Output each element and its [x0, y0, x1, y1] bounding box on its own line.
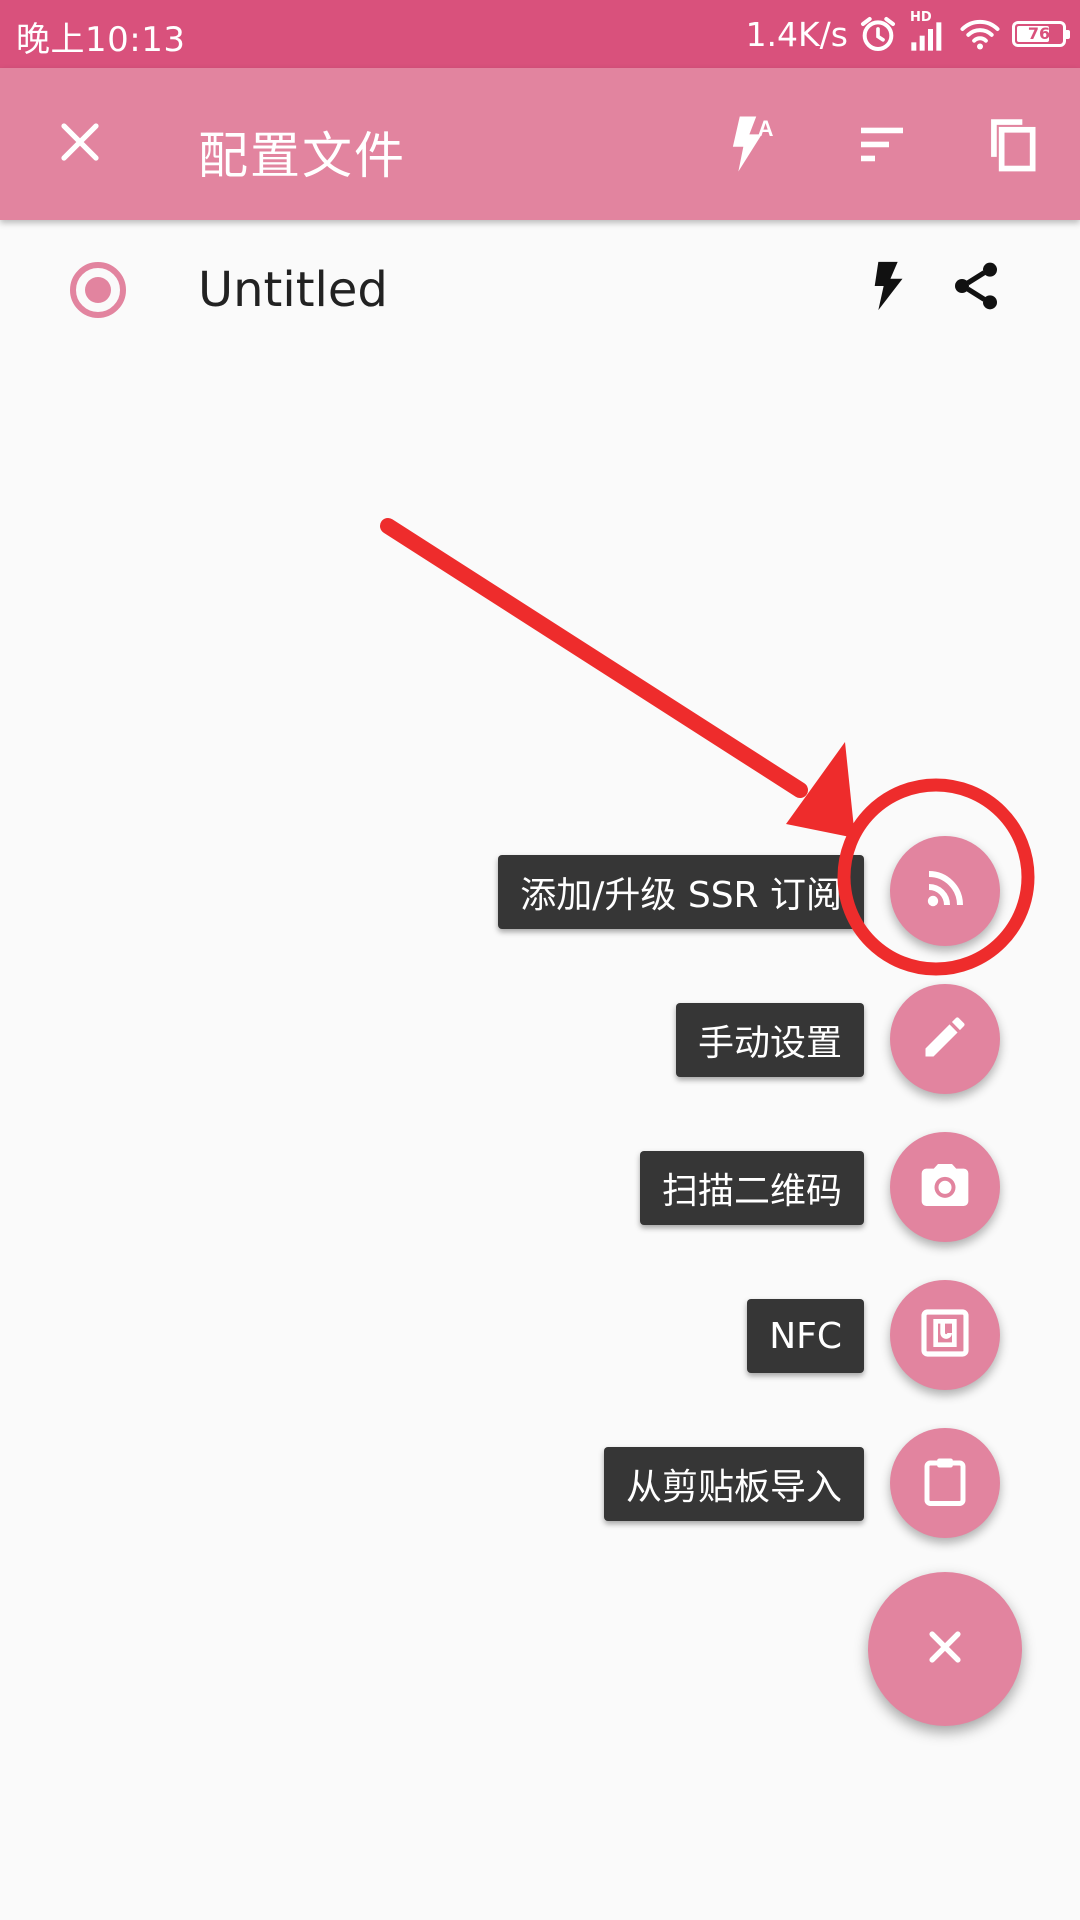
- fab-item-manual[interactable]: 手动设置: [100, 976, 1000, 1094]
- nfc-button[interactable]: [890, 1280, 1000, 1390]
- scan-qr-button[interactable]: [890, 1132, 1000, 1242]
- test-latency-button[interactable]: [852, 252, 924, 324]
- signal-icon: HD: [908, 10, 948, 54]
- battery-level: 76: [1027, 24, 1051, 43]
- manual-settings-button[interactable]: [890, 984, 1000, 1094]
- app-bar: 配置文件 A: [0, 68, 1080, 220]
- network-badge: HD: [910, 10, 932, 25]
- fab-item-nfc[interactable]: NFC: [100, 1272, 1000, 1390]
- close-button[interactable]: [40, 104, 120, 184]
- close-icon: [923, 1625, 967, 1673]
- fab-label-manual[interactable]: 手动设置: [675, 1003, 864, 1077]
- flash-auto-button[interactable]: A: [710, 108, 786, 184]
- wifi-icon: [958, 14, 1002, 54]
- annotation-arrow-head: [786, 742, 855, 838]
- clipboard-icon: [918, 1454, 972, 1512]
- annotation-arrow-shaft: [380, 518, 808, 798]
- share-button[interactable]: [940, 252, 1012, 324]
- profile-name: Untitled: [198, 262, 388, 318]
- page-title: 配置文件: [198, 127, 406, 185]
- network-speed: 1.4K/s: [745, 14, 848, 54]
- fab-item-clipboard[interactable]: 从剪贴板导入: [100, 1420, 1000, 1538]
- fab-item-qr[interactable]: 扫描二维码: [100, 1124, 1000, 1242]
- flash-icon: [859, 257, 917, 319]
- sort-icon: [854, 116, 910, 176]
- status-icons: 1.4K/s HD 76: [745, 10, 1070, 58]
- fab-close-button[interactable]: [868, 1572, 1022, 1726]
- fab-label-nfc[interactable]: NFC: [747, 1299, 864, 1373]
- profile-radio[interactable]: [70, 262, 126, 318]
- profile-row[interactable]: Untitled: [0, 222, 1080, 352]
- radio-dot: [85, 277, 111, 303]
- status-time: 晚上10:13: [16, 20, 186, 60]
- close-icon: [56, 118, 104, 170]
- fab-label-qr[interactable]: 扫描二维码: [639, 1151, 864, 1225]
- nfc-icon: [917, 1305, 973, 1365]
- svg-text:A: A: [758, 116, 774, 141]
- copy-button[interactable]: [974, 108, 1050, 184]
- flash-auto-icon: A: [715, 111, 781, 181]
- share-icon: [948, 258, 1004, 318]
- camera-icon: [917, 1157, 973, 1217]
- fab-label-clipboard[interactable]: 从剪贴板导入: [603, 1447, 864, 1521]
- status-bar: 晚上10:13 1.4K/s HD 76: [0, 0, 1080, 68]
- sort-button[interactable]: [844, 108, 920, 184]
- alarm-icon: [858, 14, 898, 54]
- add-ssr-subscription-button[interactable]: [890, 836, 1000, 946]
- fab-item-ssr[interactable]: 添加/升级 SSR 订阅: [100, 828, 1000, 946]
- import-clipboard-button[interactable]: [890, 1428, 1000, 1538]
- edit-icon: [919, 1011, 971, 1067]
- rss-icon: [921, 865, 969, 917]
- copy-icon: [981, 113, 1043, 179]
- fab-label-ssr[interactable]: 添加/升级 SSR 订阅: [498, 855, 864, 929]
- battery-icon: 76: [1012, 21, 1070, 47]
